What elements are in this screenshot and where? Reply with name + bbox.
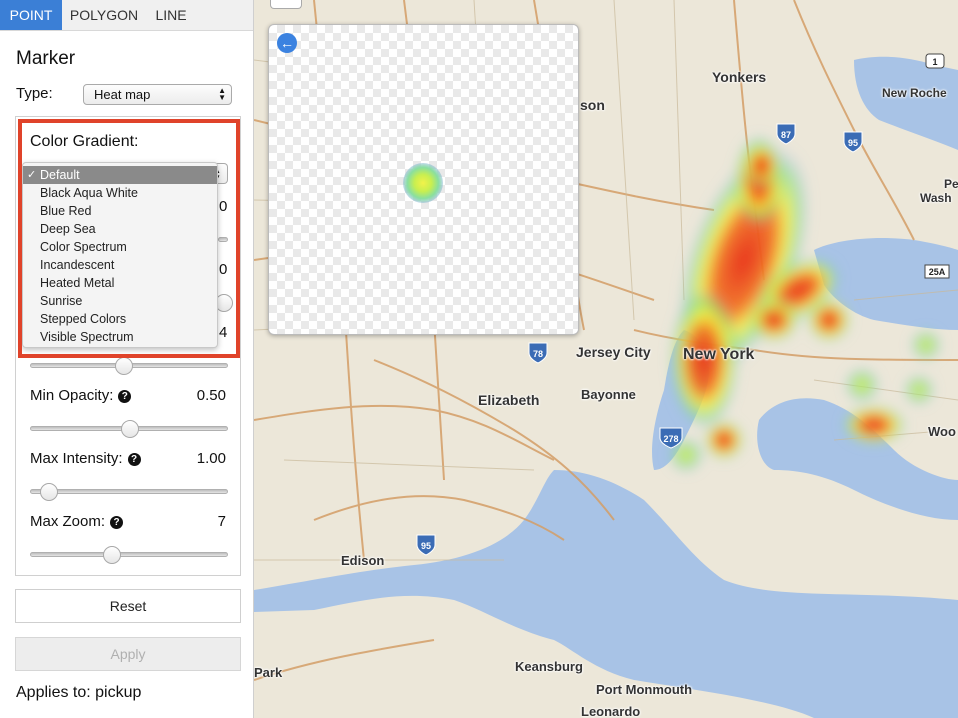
back-arrow-icon[interactable]: ← [277,33,297,53]
map-label-elizabeth: Elizabeth [478,392,540,408]
apply-button[interactable]: Apply [15,637,241,671]
gradient-option-list: ✓ Default Black Aqua White Blue Red Deep Sea… [23,166,217,346]
min-opacity-label-text: Min Opacity: [30,387,114,404]
max-intensity-value: 1.00 [196,450,226,467]
gradient-option-label: Incandescent [40,258,115,272]
gradient-option[interactable]: Color Spectrum [23,238,217,256]
obscured-value: 0 [219,198,228,215]
tab-line[interactable]: LINE [146,0,196,30]
map-label-port-monmouth: Port Monmouth [596,682,693,697]
help-icon[interactable]: ? [127,453,141,466]
type-label: Type: [16,85,53,102]
gradient-option[interactable]: Black Aqua White [23,184,217,202]
gradient-option-label: Sunrise [40,294,83,308]
gradient-option-label: Color Spectrum [40,240,127,254]
max-intensity-slider[interactable] [30,483,228,501]
geometry-tabs: POINT POLYGON LINE [0,0,253,31]
slider-thumb[interactable] [121,420,139,438]
shield-label: 95 [421,541,431,551]
map-label-new-york: New York [683,346,755,363]
map-view[interactable]: 87 95 78 278 95 25A 1 Yonkers son New Ro… [254,0,958,718]
gradient-option[interactable]: Incandescent [23,256,217,274]
gradient-option[interactable]: Deep Sea [23,220,217,238]
max-intensity-label-text: Max Intensity: [30,450,123,467]
shield-label: 78 [533,349,543,359]
heatmap-preview-point [403,163,443,203]
shield-label: 95 [848,138,858,148]
map-label-pe: Pe [944,177,958,191]
gradient-option[interactable]: Visible Spectrum [23,328,217,346]
map-label-bayonne: Bayonne [581,387,636,402]
radius-slider-track[interactable] [30,357,228,375]
map-label-jersey-city: Jersey City [576,344,651,360]
map-label-wash: Wash [920,191,952,205]
min-opacity-slider[interactable] [30,420,228,438]
type-select-value: Heat map [94,87,151,102]
shield-label: 278 [663,434,678,444]
select-arrows-icon: ▲▼ [218,86,226,102]
slider-thumb[interactable] [115,357,133,375]
map-label-keansburg: Keansburg [515,659,583,674]
applies-to-text: Applies to: pickup [16,684,142,701]
color-gradient-label: Color Gradient: [30,133,139,150]
reset-button[interactable]: Reset [15,589,241,623]
route-marker: 25A [924,264,950,279]
min-opacity-label: Min Opacity:? [30,387,132,404]
gradient-option[interactable]: Blue Red [23,202,217,220]
type-select[interactable]: Heat map ▲ ▼ [83,84,232,105]
tab-polygon[interactable]: POLYGON [62,0,146,30]
shield-label: 87 [781,130,791,140]
gradient-option-label: Default [40,168,80,182]
checkmark-icon: ✓ [27,169,37,181]
map-label-yonkers: Yonkers [712,69,767,85]
obscured-slider-track[interactable] [218,237,228,242]
gradient-option[interactable]: Sunrise [23,292,217,310]
max-zoom-label: Max Zoom:? [30,513,124,530]
heatmap-preview-panel: ← [268,24,579,335]
shield-label: 25A [929,267,946,277]
map-label-leonardo: Leonardo [581,704,641,718]
slider-thumb[interactable] [40,483,58,501]
route-marker: 1 [925,53,945,69]
map-label-park: Park [254,665,283,680]
min-opacity-value: 0.50 [196,387,226,404]
obscured-value: 4 [219,324,228,341]
gradient-option-label: Heated Metal [40,276,115,290]
map-zoom-control[interactable] [270,0,302,9]
map-label-son: son [580,97,605,113]
gradient-option[interactable]: Heated Metal [23,274,217,292]
gradient-option-label: Black Aqua White [40,186,138,200]
gradient-option-label: Deep Sea [40,222,96,236]
map-label-edison: Edison [341,553,385,568]
help-icon[interactable]: ? [110,516,124,529]
shield-label: 1 [932,57,937,67]
layer-settings-panel: POINT POLYGON LINE Marker Type: Heat map… [0,0,254,718]
map-label-new-rochelle: New Roche [882,86,947,100]
max-zoom-value: 7 [217,513,226,530]
gradient-option[interactable]: ✓ Default [23,166,217,184]
max-zoom-slider[interactable] [30,546,228,564]
help-icon[interactable]: ? [118,390,132,403]
gradient-option[interactable]: Stepped Colors [23,310,217,328]
color-gradient-dropdown[interactable]: ✓ Default Black Aqua White Blue Red Deep Sea… [22,162,218,348]
tab-point[interactable]: POINT [0,0,62,30]
map-label-woo: Woo [928,424,956,439]
gradient-option-label: Stepped Colors [40,312,127,326]
max-intensity-label: Max Intensity:? [30,450,141,467]
slider-thumb[interactable] [103,546,121,564]
obscured-value: 0 [219,261,228,278]
gradient-option-label: Blue Red [40,204,92,218]
gradient-option-label: Visible Spectrum [40,330,134,344]
panel-title: Marker [16,48,76,69]
max-zoom-label-text: Max Zoom: [30,513,106,530]
